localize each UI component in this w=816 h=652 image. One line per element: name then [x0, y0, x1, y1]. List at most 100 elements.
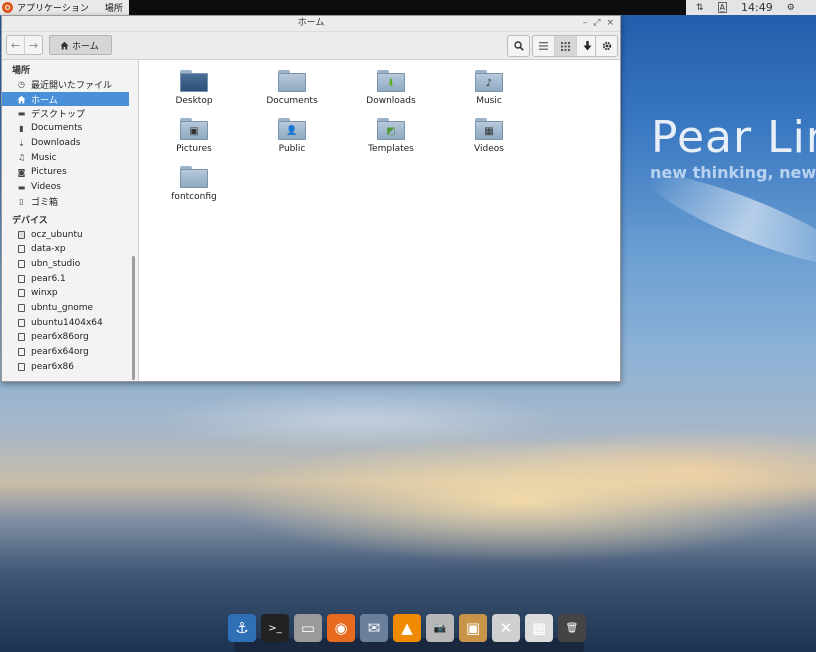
- home-icon: [17, 95, 26, 104]
- search-button[interactable]: [508, 36, 529, 56]
- back-button[interactable]: ←: [7, 36, 24, 54]
- drive-icon: [17, 362, 26, 371]
- applications-menu[interactable]: アプリケーション 場所: [0, 0, 129, 15]
- drive-icon: [17, 318, 26, 327]
- dock-launcher-terminal[interactable]: >_: [261, 614, 289, 642]
- drive-icon: [17, 333, 26, 342]
- navigation-buttons: ← →: [6, 35, 43, 55]
- sidebar-item-label: ubntu_gnome: [31, 302, 94, 313]
- sidebar-item-device[interactable]: ubn_studio: [2, 257, 138, 272]
- wallpaper-cloud: [150, 390, 570, 450]
- sidebar-item-device[interactable]: ocz_ubuntu: [2, 227, 138, 242]
- file-item-public[interactable]: 👤 Public: [247, 118, 337, 154]
- maximize-button[interactable]: ⤢: [593, 16, 600, 31]
- sidebar-item-label: 最近開いたファイル: [31, 80, 113, 91]
- wallpaper-brand-clip: Pear Lin new thinking, new p: [620, 0, 816, 652]
- file-item-music[interactable]: ♪ Music: [444, 70, 534, 106]
- forward-arrow-icon: →: [28, 38, 39, 52]
- view-button-group: [532, 35, 599, 57]
- dock-launcher-package[interactable]: ▣: [459, 614, 487, 642]
- dock-launcher-mail[interactable]: ✉: [360, 614, 388, 642]
- dock-launcher-vlc[interactable]: ▲: [393, 614, 421, 642]
- grid-view-button[interactable]: [554, 36, 576, 56]
- sidebar-item-label: Pictures: [31, 167, 67, 178]
- sidebar-item-trash[interactable]: ▯ ゴミ箱: [2, 195, 138, 210]
- dock-launcher-drive[interactable]: ▭: [294, 614, 322, 642]
- menu-button-group: [595, 35, 618, 57]
- vlc-icon: ▲: [401, 619, 413, 637]
- sidebar-item-device[interactable]: winxp: [2, 286, 138, 301]
- video-icon: ▬: [17, 182, 26, 192]
- sidebar-item-device[interactable]: pear6x86: [2, 359, 138, 374]
- sidebar-item-downloads[interactable]: ⇣ Downloads: [2, 136, 138, 151]
- calculator-icon: ▦: [531, 619, 547, 637]
- sidebar-item-music[interactable]: ♫ Music: [2, 150, 138, 165]
- sidebar-scrollbar[interactable]: [132, 256, 135, 380]
- settings-icon[interactable]: ⚙: [787, 3, 795, 13]
- sidebar-item-device[interactable]: ubntu_gnome: [2, 301, 138, 316]
- file-item-templates[interactable]: ◩ Templates: [346, 118, 436, 154]
- network-icon[interactable]: ⇅: [696, 3, 704, 13]
- file-item-pictures[interactable]: ▣ Pictures: [149, 118, 239, 154]
- breadcrumb-label: ホーム: [72, 41, 99, 52]
- file-label: Public: [278, 144, 306, 154]
- sidebar-item-home[interactable]: ホーム: [2, 91, 129, 107]
- file-item-desktop[interactable]: Desktop: [149, 70, 239, 106]
- file-view: Desktop Documents ⬇ Downloads ♪ Music ▣ …: [139, 60, 620, 381]
- sidebar-item-documents[interactable]: ▮ Documents: [2, 121, 138, 136]
- sidebar-item-label: ubuntu1404x64: [31, 317, 103, 328]
- search-button-group: [507, 35, 530, 57]
- input-method-icon[interactable]: A̲: [717, 2, 728, 13]
- file-label: Pictures: [176, 144, 212, 154]
- sidebar-item-recent[interactable]: ◷ 最近開いたファイル: [2, 77, 138, 92]
- file-label: Desktop: [175, 96, 213, 106]
- window-titlebar[interactable]: ホーム – ⤢ ×: [2, 16, 620, 32]
- top-panel: アプリケーション 場所 ⇅ A̲ 14:49 ⚙: [0, 0, 816, 15]
- dock-launcher-anchor[interactable]: ⚓: [228, 614, 256, 642]
- file-item-videos[interactable]: ▦ Videos: [444, 118, 534, 154]
- window-title: ホーム: [297, 18, 325, 28]
- dock-launcher-firefox[interactable]: ◉: [327, 614, 355, 642]
- clock[interactable]: 14:49: [741, 1, 773, 14]
- clock-icon: ◷: [18, 79, 25, 89]
- drive-icon: [17, 289, 26, 298]
- applications-menu-label[interactable]: アプリケーション: [17, 1, 89, 14]
- wallpaper-brand-title: Pear Lin: [651, 112, 816, 163]
- sidebar-item-device[interactable]: ubuntu1404x64: [2, 315, 138, 330]
- file-item-documents[interactable]: Documents: [247, 70, 337, 106]
- sidebar-item-device[interactable]: data-xp: [2, 242, 138, 257]
- dock-launcher-calculator[interactable]: ▦: [525, 614, 553, 642]
- package-icon: ▣: [465, 619, 481, 637]
- dock-launcher-trash[interactable]: 🗑: [558, 614, 586, 642]
- sidebar-item-device[interactable]: pear6x86org: [2, 330, 138, 345]
- grid-icon: [561, 41, 570, 51]
- toolbar: ← → ホーム: [2, 32, 620, 60]
- dock-launcher-tools[interactable]: ✕: [492, 614, 520, 642]
- close-button[interactable]: ×: [606, 16, 614, 31]
- file-label: Music: [476, 96, 502, 106]
- places-menu-label[interactable]: 場所: [105, 1, 123, 14]
- wallpaper-brand-subtitle: new thinking, new p: [650, 163, 816, 182]
- sidebar-item-label: ubn_studio: [31, 258, 81, 269]
- sidebar-header-places: 場所: [12, 66, 31, 76]
- sidebar-item-pictures[interactable]: ◙ Pictures: [2, 165, 138, 180]
- minimize-button[interactable]: –: [583, 16, 588, 31]
- folder-icon: 👤: [278, 118, 306, 140]
- sidebar-item-videos[interactable]: ▬ Videos: [2, 180, 138, 195]
- sidebar-item-device[interactable]: pear6.1: [2, 271, 138, 286]
- system-tray: ⇅ A̲ 14:49 ⚙: [686, 0, 816, 15]
- file-item-fontconfig[interactable]: fontconfig: [149, 166, 239, 202]
- sidebar-item-label: Videos: [31, 182, 61, 193]
- sidebar-item-label: ゴミ箱: [31, 198, 59, 209]
- breadcrumb-home[interactable]: ホーム: [49, 35, 112, 55]
- home-icon: [60, 41, 69, 50]
- dock-launcher-camera[interactable]: 📷: [426, 614, 454, 642]
- menu-button[interactable]: [596, 36, 617, 56]
- file-item-downloads[interactable]: ⬇ Downloads: [346, 70, 436, 106]
- forward-button[interactable]: →: [24, 36, 42, 54]
- folder-icon: [180, 166, 208, 188]
- sidebar-item-device[interactable]: pear6x64org: [2, 345, 138, 360]
- file-manager-window: ホーム – ⤢ × ← → ホーム 場所 ◷ 最近開いたファイル ホーム ▬ デ…: [1, 15, 621, 382]
- sidebar-item-desktop[interactable]: ▬ デスクトップ: [2, 106, 138, 121]
- list-view-button[interactable]: [533, 36, 554, 56]
